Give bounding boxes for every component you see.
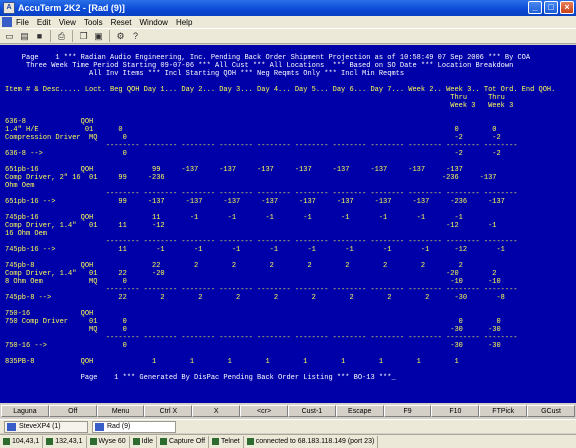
status-text: 104,43,1	[12, 437, 40, 445]
terminal-line: 835PB-8 QOH 1 1 1 1 1 1 1 1 1	[5, 358, 459, 366]
menu-file[interactable]: File	[16, 18, 29, 27]
menu-window[interactable]: Window	[139, 18, 167, 27]
terminal-line: Comp Driver, 2" 16 01 99 -236 -236 -137	[5, 174, 497, 182]
paste-icon[interactable]: ▣	[92, 30, 105, 42]
function-key-bar: Laguna Off Menu Ctrl X X <cr> Cust-1 Escape F9 F1…	[0, 404, 576, 418]
fkey-button[interactable]: Escape	[335, 405, 384, 417]
window-title: AccuTerm 2K2 - [Rad (9)]	[18, 3, 125, 13]
status-text: Wyse 60	[98, 437, 126, 445]
session-tab[interactable]: Rad (9)	[92, 420, 176, 433]
terminal-line: 651pb-16 --> 99 -137 -137 -137 -137 -137…	[5, 198, 505, 206]
fkey-button[interactable]: X	[192, 405, 241, 417]
terminal-line: 750-16 --> 0 -30 -30	[5, 342, 501, 350]
close-button[interactable]: ×	[560, 1, 574, 14]
terminal-screen[interactable]: Page 1 *** Radian Audio Engineering, Inc…	[0, 45, 576, 403]
save-icon[interactable]: ■	[33, 30, 46, 42]
status-cell: 132,43,1	[43, 435, 87, 448]
window-titlebar[interactable]: A AccuTerm 2K2 - [Rad (9)] _ □ ×	[0, 0, 576, 16]
fkey-button[interactable]: Laguna	[1, 405, 49, 417]
status-text: Telnet	[221, 437, 240, 445]
fkey-button[interactable]: GCust	[527, 405, 575, 417]
app-icon[interactable]: A	[3, 2, 15, 14]
session-tab[interactable]: SteveXP4 (1)	[4, 420, 88, 433]
toolbar-separator	[50, 30, 51, 42]
help-icon[interactable]: ?	[129, 30, 142, 42]
status-cell: Wyse 60	[87, 435, 130, 448]
terminal-line: 745pb-16 --> 11 -1 -1 -1 -1 -1 -1 -1 -1 …	[5, 246, 505, 254]
maximize-button[interactable]: □	[544, 1, 558, 14]
status-cell: Telnet	[209, 435, 244, 448]
menubar: File Edit View Tools Reset Window Help	[0, 16, 576, 28]
menu-help[interactable]: Help	[176, 18, 192, 27]
menu-edit[interactable]: Edit	[37, 18, 51, 27]
terminal-line: Week 3 Week 3	[5, 102, 514, 110]
settings-icon[interactable]: ⚙	[114, 30, 127, 42]
status-icon	[159, 438, 167, 445]
toolbar-separator	[109, 30, 110, 42]
minimize-button[interactable]: _	[528, 1, 542, 14]
status-text: Idle	[141, 437, 153, 445]
session-taskbar: SteveXP4 (1) Rad (9)	[0, 419, 576, 433]
status-text: connected to 68.183.118.149 (port 23)	[255, 437, 375, 445]
new-icon[interactable]: ▭	[3, 30, 16, 42]
status-cell: connected to 68.183.118.149 (port 23)	[244, 435, 379, 448]
fkey-button[interactable]: Menu	[96, 405, 145, 417]
status-icon	[132, 438, 140, 445]
terminal-line: 636-8 --> 0 -2 -2	[5, 150, 501, 158]
fkey-button[interactable]: F9	[383, 405, 432, 417]
fkey-button[interactable]: Cust-1	[287, 405, 336, 417]
terminal-line: Page 1 *** Generated By DisPac Pending B…	[5, 374, 396, 382]
print-icon[interactable]: ⎙	[55, 30, 68, 42]
status-text: Capture Off	[168, 437, 206, 445]
session-icon	[7, 422, 16, 431]
fkey-button[interactable]: Off	[48, 405, 97, 417]
terminal-line: All Inv Items *** Incl Starting QOH *** …	[5, 70, 405, 78]
session-label: Rad (9)	[107, 422, 131, 430]
toolbar-separator	[72, 30, 73, 42]
status-cell: Capture Off	[157, 435, 210, 448]
menu-view[interactable]: View	[59, 18, 76, 27]
session-icon	[95, 422, 104, 431]
fkey-button[interactable]: <cr>	[240, 405, 288, 417]
window-controls: _ □ ×	[528, 1, 574, 15]
session-label: SteveXP4 (1)	[19, 422, 61, 430]
status-icon	[3, 438, 10, 445]
mdi-child-icon[interactable]	[2, 17, 12, 27]
copy-icon[interactable]: ❐	[77, 30, 90, 42]
status-cell: Idle	[130, 435, 157, 448]
menu-tools[interactable]: Tools	[84, 18, 103, 27]
fkey-button[interactable]: FTPick	[479, 405, 528, 417]
status-icon	[246, 438, 254, 445]
toolbar: ▭ ▤ ■ ⎙ ❐ ▣ ⚙ ?	[0, 28, 576, 44]
status-icon	[212, 438, 220, 445]
status-text: 132,43,1	[55, 437, 83, 445]
fkey-button[interactable]: Ctrl X	[144, 405, 193, 417]
menu-reset[interactable]: Reset	[111, 18, 132, 27]
terminal-line: 745pb-8 --> 22 2 2 2 2 2 2 2 2 -30 -8	[5, 294, 505, 302]
status-icon	[89, 438, 97, 445]
status-icon	[46, 438, 54, 445]
fkey-button[interactable]: F10	[431, 405, 480, 417]
status-bar: 104,43,1 132,43,1 Wyse 60 Idle Capture Off Te…	[0, 434, 576, 448]
status-cell: 104,43,1	[0, 435, 44, 448]
terminal-line: Comp Driver, 1.4" 01 11 -12 -12 -1	[5, 222, 497, 230]
open-icon[interactable]: ▤	[18, 30, 31, 42]
